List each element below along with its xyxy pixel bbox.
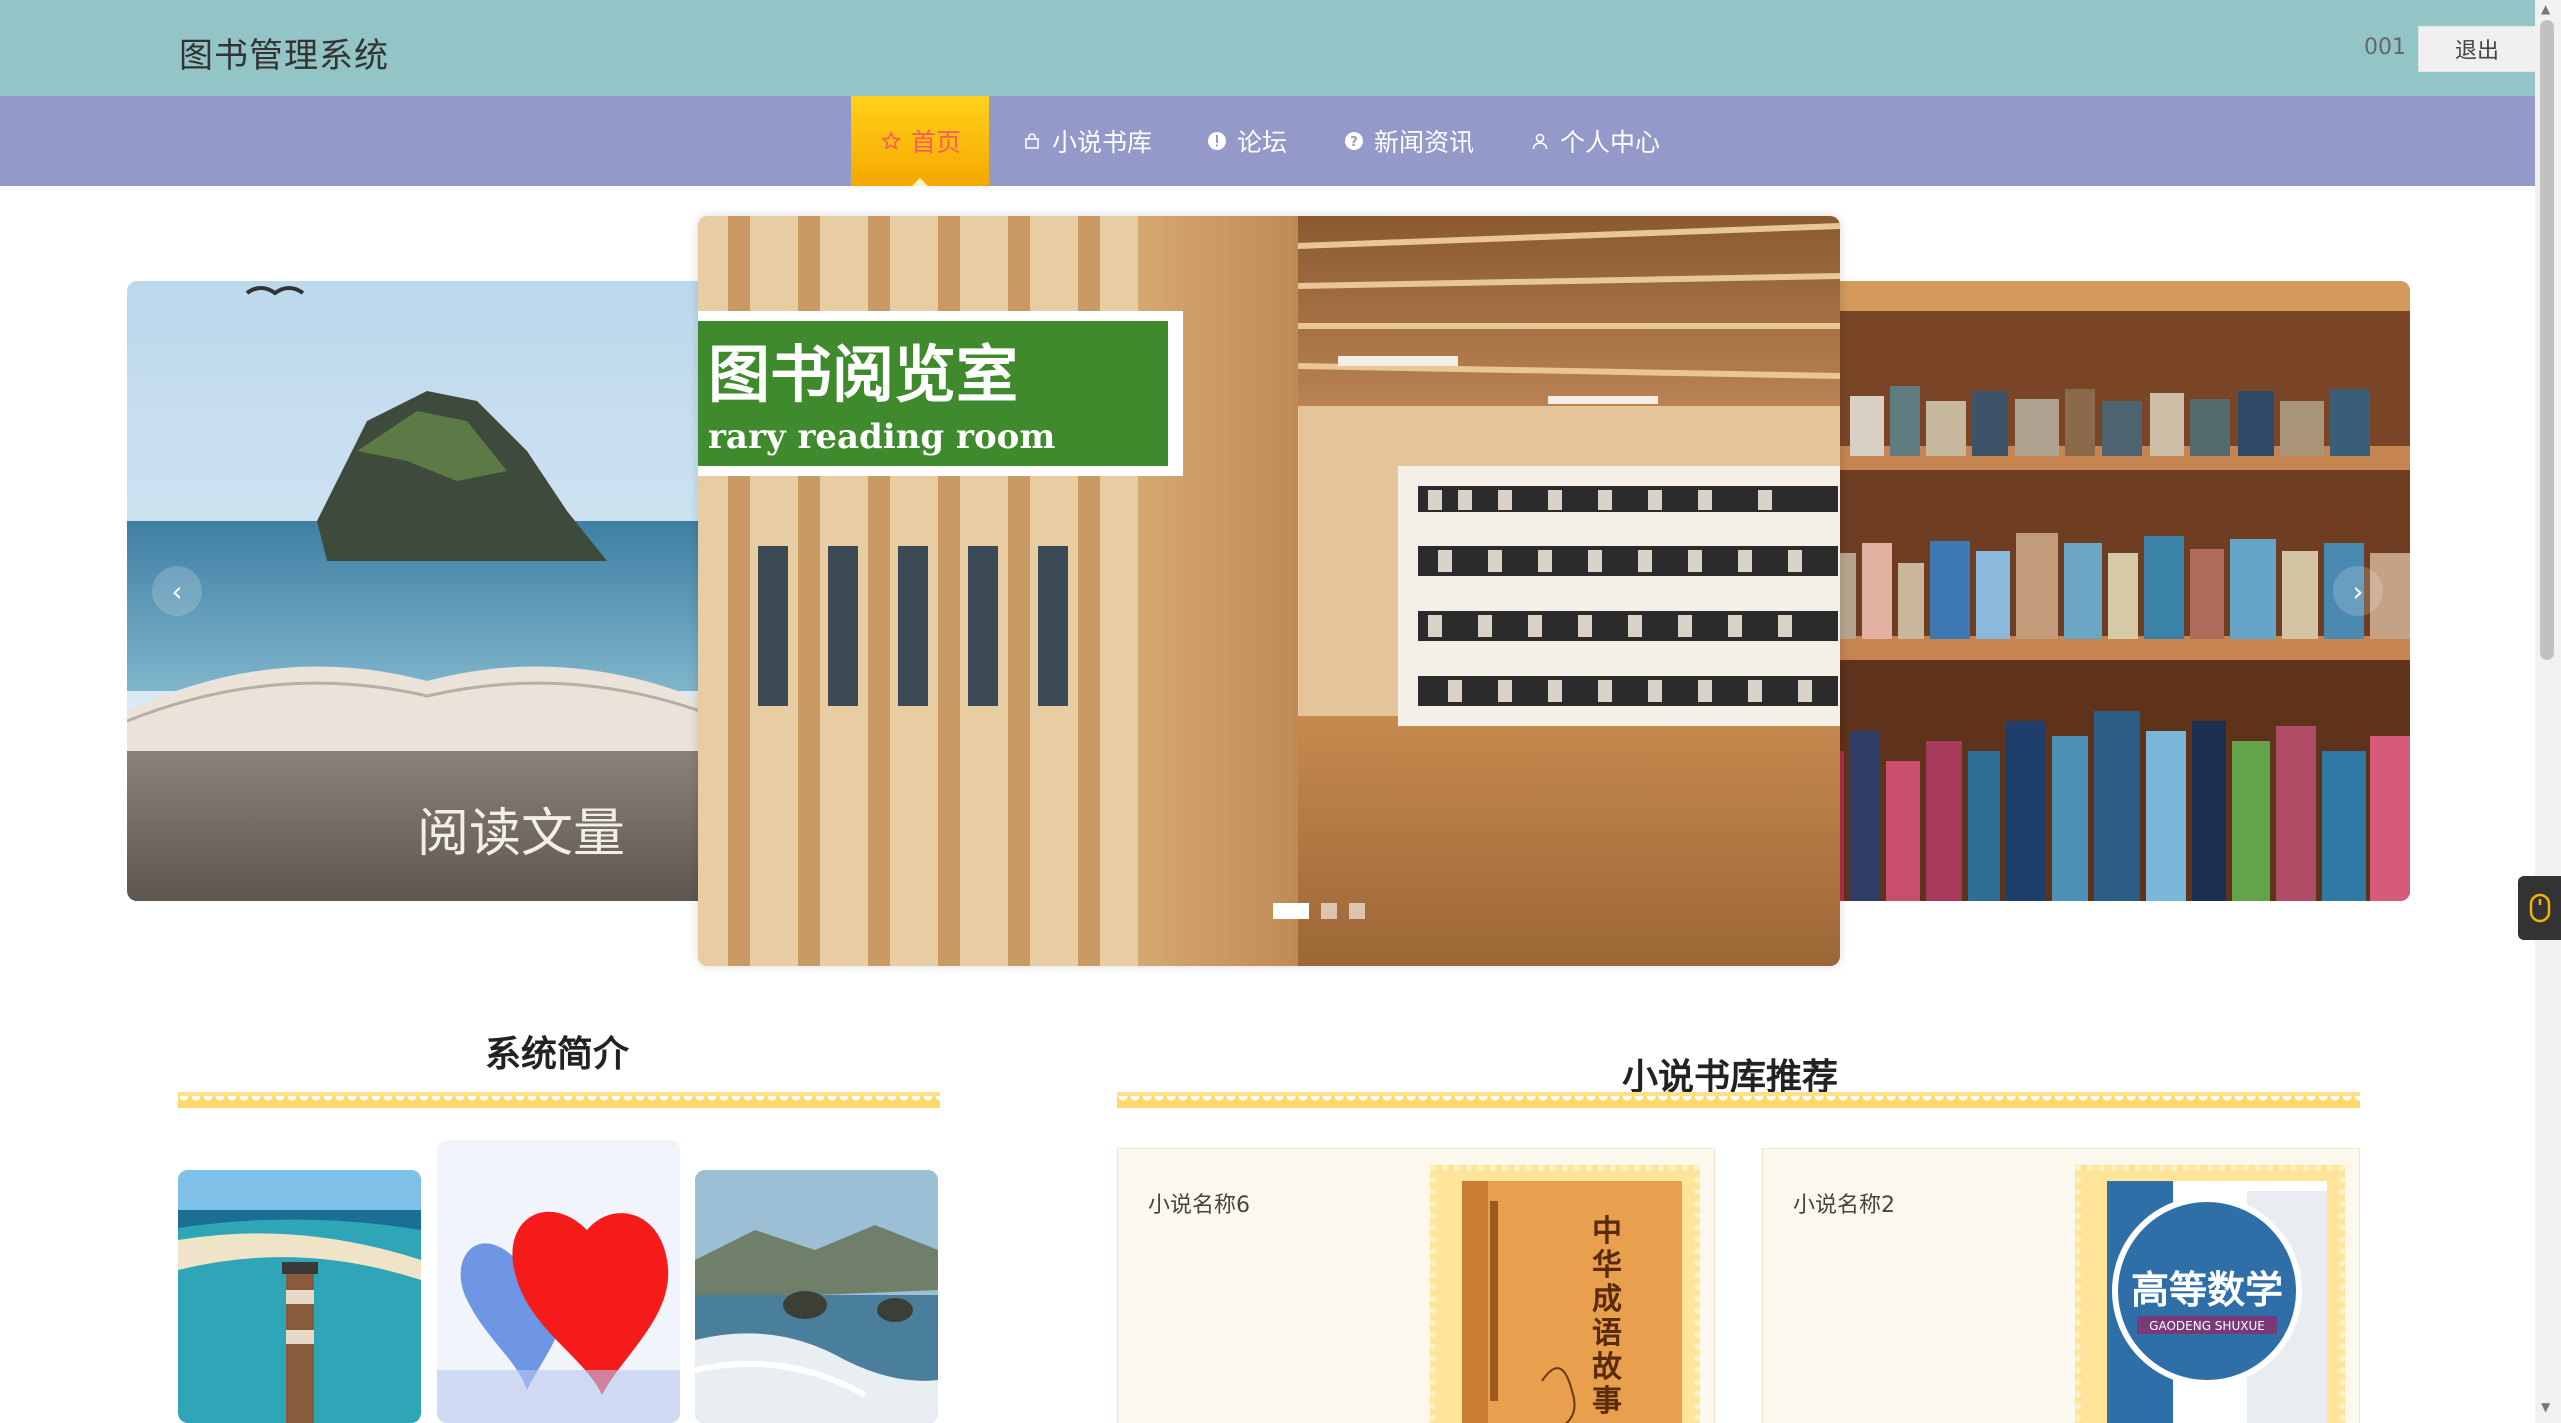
intro-image-lighthouse (178, 1170, 421, 1423)
scroll-up-arrow-icon[interactable]: ▲ (2541, 2, 2550, 16)
cover-title-char: 事 (1592, 1384, 1622, 1419)
carousel-slide-left[interactable]: 阅读文量 (127, 281, 727, 901)
top-header: 图书管理系统 001 退出 (0, 0, 2536, 96)
nav-item-profile[interactable]: 个人中心 (1528, 96, 1660, 186)
username-label: 001 (2364, 35, 2406, 60)
carousel-next-button[interactable]: › (2333, 566, 2383, 616)
logout-button[interactable]: 退出 (2418, 26, 2536, 72)
main-nav: 首页 小说书库 论坛 ? 新闻资讯 个人中心 (0, 96, 2535, 186)
nav-item-news[interactable]: ? 新闻资讯 (1342, 96, 1474, 186)
intro-image-coast (695, 1170, 938, 1423)
page-scrollbar[interactable]: ▲ ▼ (2535, 0, 2561, 1423)
nav-label-profile: 个人中心 (1560, 128, 1661, 157)
carousel-pagination (1273, 903, 1365, 919)
book-title: 小说名称2 (1793, 1193, 1895, 1218)
book-card-2[interactable]: 小说名称2 高等数学 GAODENG SHUXUE (1762, 1148, 2360, 1423)
recommend-divider (1117, 1092, 2360, 1108)
intro-divider (178, 1092, 940, 1108)
nav-label-news: 新闻资讯 (1374, 128, 1475, 157)
carousel-dot-1[interactable] (1273, 903, 1309, 919)
book-cover-image[interactable]: 高等数学 GAODENG SHUXUE (2097, 1181, 2327, 1423)
scroll-down-arrow-icon[interactable]: ▼ (2541, 1400, 2550, 1414)
reading-room-sign-en: rary reading room (708, 417, 1055, 457)
info-icon (1205, 129, 1229, 153)
bag-icon (1020, 129, 1044, 153)
intro-section-title: 系统简介 (485, 1034, 630, 1075)
svg-text:?: ? (1350, 135, 1358, 150)
intro-image-heart (437, 1140, 680, 1423)
book-cover-frame: 高等数学 GAODENG SHUXUE (2075, 1165, 2345, 1423)
cover-title: 高等数学 (2131, 1267, 2283, 1312)
site-title: 图书管理系统 (179, 36, 389, 76)
slide-caption: 阅读文量 (417, 804, 625, 864)
nav-label-forum: 论坛 (1237, 128, 1288, 157)
cover-title-char: 成 (1592, 1282, 1622, 1317)
nav-item-forum[interactable]: 论坛 (1205, 96, 1287, 186)
carousel-prev-button[interactable]: ‹ (152, 566, 202, 616)
nav-label-novels: 小说书库 (1052, 128, 1153, 157)
cover-title-char: 华 (1592, 1248, 1622, 1283)
book-cover-frame: 中华成语故事 (1430, 1165, 1700, 1423)
side-floating-widget[interactable] (2518, 876, 2561, 940)
cover-subtitle: GAODENG SHUXUE (2149, 1319, 2265, 1333)
star-icon (879, 129, 903, 153)
cover-title-char: 故 (1592, 1350, 1623, 1385)
reading-room-sign: 图书阅览室 (708, 338, 1018, 411)
scrollbar-thumb[interactable] (2540, 20, 2554, 660)
carousel-dot-3[interactable] (1349, 903, 1365, 919)
nav-item-novels[interactable]: 小说书库 (1020, 96, 1152, 186)
question-icon: ? (1342, 129, 1366, 153)
cover-title-char: 语 (1592, 1316, 1622, 1351)
cover-title-char: 中 (1592, 1214, 1622, 1249)
book-title: 小说名称6 (1148, 1193, 1250, 1218)
book-card-1[interactable]: 小说名称6 中华成语故事 (1117, 1148, 1715, 1423)
carousel-slide-center[interactable]: 图书阅览室 rary reading room (698, 216, 1840, 966)
carousel-slide-right[interactable] (1810, 281, 2410, 901)
mouse-icon (2529, 893, 2550, 923)
carousel-dot-2[interactable] (1321, 903, 1337, 919)
user-icon (1528, 129, 1552, 153)
book-cover-image[interactable]: 中华成语故事 (1452, 1181, 1682, 1423)
nav-item-home[interactable]: 首页 (851, 96, 989, 186)
banner-carousel: 阅读文量 图书阅览室 rary reading room ‹ › (0, 186, 2535, 986)
nav-label-home: 首页 (910, 128, 961, 157)
